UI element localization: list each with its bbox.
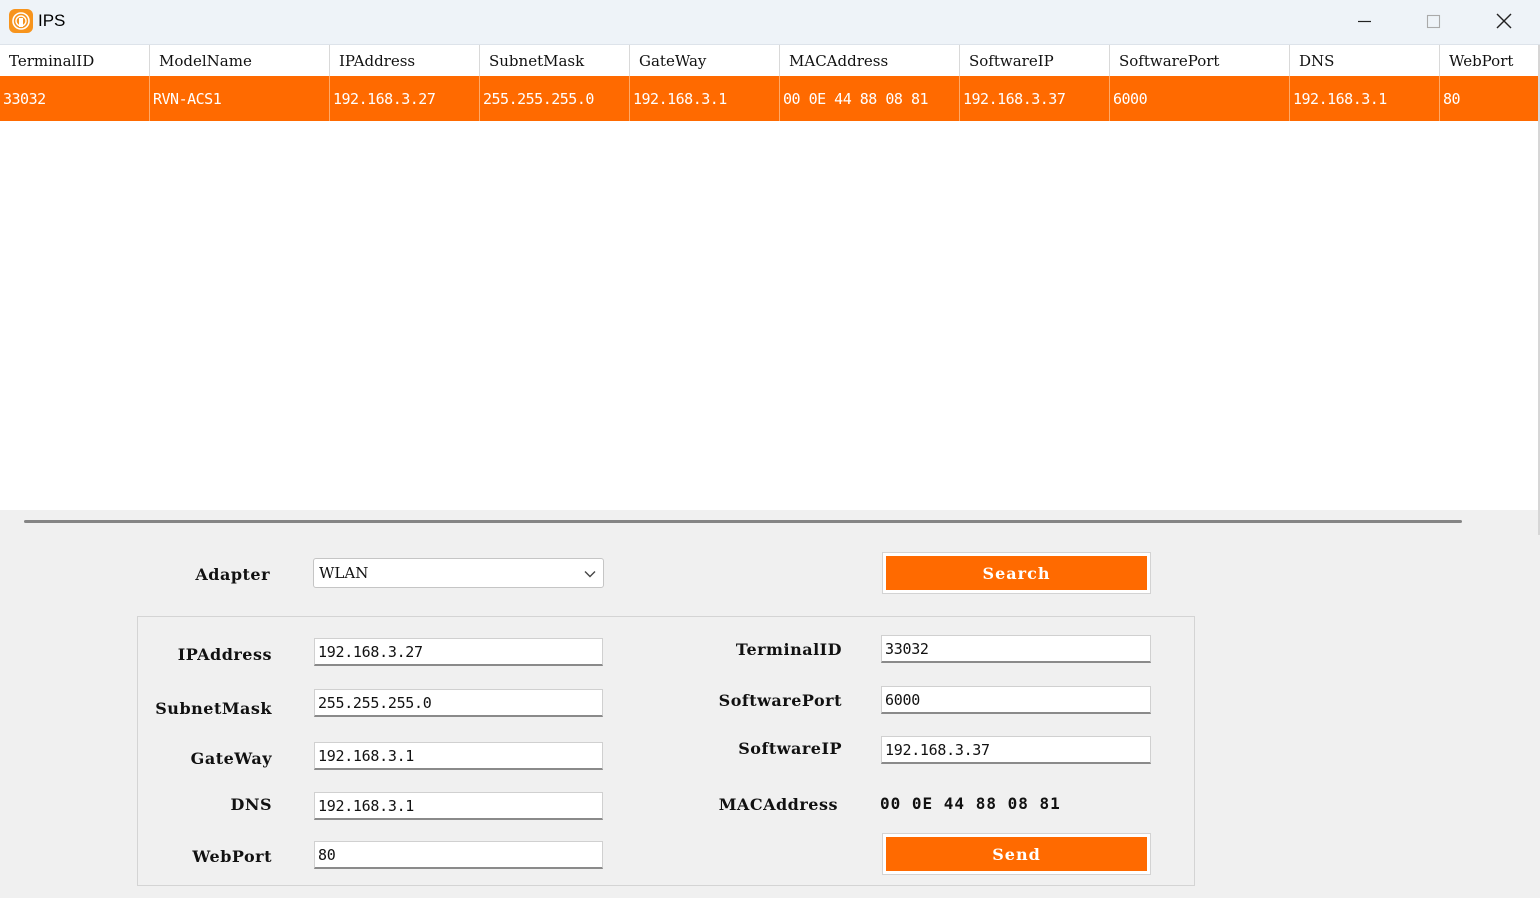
dns-label: DNS [230,795,272,814]
maximize-button[interactable] [1398,0,1468,44]
cell-webport: 80 [1443,90,1461,108]
close-button[interactable] [1469,0,1539,44]
grid-header: TerminalID ModelName IPAddress SubnetMas… [0,45,1538,77]
column-header-macaddress[interactable]: MACAddress [780,45,960,76]
cell-terminalid: 33032 [0,76,150,121]
cell-ipaddress: 192.168.3.27 [330,76,480,121]
softwareport-input[interactable] [881,686,1151,714]
ipaddress-input[interactable] [314,638,603,666]
column-header-webport[interactable]: WebPort [1440,45,1538,76]
column-header-ipaddress[interactable]: IPAddress [330,45,480,76]
webport-label: WebPort [192,847,272,866]
webport-input[interactable] [314,841,603,869]
scrollbar-thumb[interactable] [24,520,1462,523]
macaddress-value: 00 0E 44 88 08 81 [880,794,1061,813]
cell-modelname: RVN-ACS1 [150,76,330,121]
column-header-subnetmask[interactable]: SubnetMask [480,45,630,76]
column-header-dns[interactable]: DNS [1290,45,1440,76]
terminalid-label: TerminalID [735,640,842,659]
column-header-modelname[interactable]: ModelName [150,45,330,76]
device-grid[interactable]: TerminalID ModelName IPAddress SubnetMas… [0,45,1540,535]
subnetmask-label: SubnetMask [155,699,272,718]
window-title: IPS [38,11,66,30]
minimize-icon [1358,20,1371,23]
gateway-input[interactable] [314,742,603,770]
cell-macaddress: 00 0E 44 88 08 81 [780,76,960,121]
minimize-button[interactable] [1329,0,1399,44]
cell-softwareport: 6000 [1110,76,1290,121]
subnetmask-input[interactable] [314,689,603,717]
adapter-value: WLAN [319,564,369,582]
send-button[interactable]: Send [882,833,1151,875]
cell-softwareip: 192.168.3.37 [960,76,1110,121]
adapter-select[interactable]: WLAN [313,558,604,588]
column-header-gateway[interactable]: GateWay [630,45,780,76]
gateway-label: GateWay [190,749,272,768]
ips-app-icon [9,9,33,33]
softwareip-label: SoftwareIP [738,739,842,758]
title-bar: IPS [0,0,1540,45]
macaddress-label: MACAddress [718,795,838,814]
cell-dns: 192.168.3.1 [1290,76,1440,121]
ipaddress-label: IPAddress [177,645,272,664]
cell-gateway: 192.168.3.1 [630,76,780,121]
horizontal-scrollbar[interactable] [0,510,1538,535]
softwareport-label: SoftwarePort [718,691,842,710]
adapter-label: Adapter [195,565,270,584]
maximize-icon [1426,14,1441,29]
softwareip-input[interactable] [881,736,1151,764]
table-row[interactable]: 33032 RVN-ACS1 192.168.3.27 255.255.255.… [0,76,1538,121]
terminalid-input[interactable] [881,635,1151,663]
column-header-softwareip[interactable]: SoftwareIP [960,45,1110,76]
chevron-down-icon [584,571,596,578]
column-header-terminalid[interactable]: TerminalID [0,45,150,76]
close-icon [1496,13,1512,29]
column-header-softwareport[interactable]: SoftwarePort [1110,45,1290,76]
search-button[interactable]: Search [882,552,1151,594]
cell-subnetmask: 255.255.255.0 [480,76,630,121]
dns-input[interactable] [314,792,603,820]
